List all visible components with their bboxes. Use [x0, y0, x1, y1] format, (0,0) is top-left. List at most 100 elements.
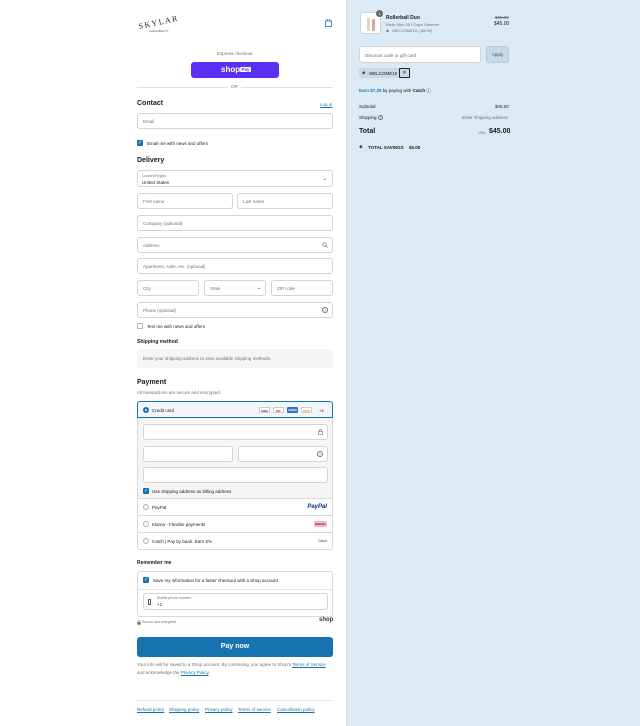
paypal-option[interactable]: PayPal PayPal [137, 499, 333, 516]
brand-logo[interactable]: SKYLAR CLEAN BEAUTY [137, 12, 180, 34]
order-summary-panel: 1 Rollerball Duo Nude Skin 05 / Capri Su… [346, 0, 640, 726]
mobile-phone-field[interactable]: Mobile phone number +1 [143, 593, 328, 610]
remember-heading: Remember me [137, 560, 172, 566]
address-field[interactable]: Address [137, 237, 333, 253]
apply-button[interactable]: Apply [486, 46, 509, 63]
mobile-phone-value: +1 [157, 602, 163, 607]
apartment-field[interactable]: Apartment, suite, etc. (optional) [137, 258, 333, 274]
remove-code-button[interactable]: ✕ [399, 68, 410, 78]
state-select[interactable]: State ⌄ [204, 280, 266, 296]
news-checkbox[interactable] [137, 140, 143, 146]
first-name-placeholder: First name [143, 199, 165, 204]
text-checkbox[interactable] [137, 323, 143, 329]
zip-field[interactable]: ZIP code [271, 280, 333, 296]
shipping-method-message: Enter your shipping address to view avai… [143, 356, 272, 361]
zip-placeholder: ZIP code [277, 286, 295, 291]
save-info-checkbox[interactable] [143, 577, 149, 583]
help-icon[interactable]: ? [317, 451, 323, 457]
klarna-radio[interactable] [143, 521, 149, 527]
credit-card-radio[interactable] [143, 407, 149, 413]
paypal-radio[interactable] [143, 504, 149, 510]
billing-checkbox[interactable] [143, 488, 149, 494]
shipping-policy-link[interactable]: Shipping policy [169, 707, 199, 712]
svg-text:CLEAN BEAUTY: CLEAN BEAUTY [149, 29, 169, 33]
delivery-heading: Delivery [137, 157, 165, 164]
product-name: Rollerball Duo [386, 15, 420, 21]
country-value: United States [142, 179, 170, 185]
cvv-field[interactable]: ? [238, 446, 328, 462]
currency-label: USD [478, 131, 486, 135]
city-placeholder: City [143, 286, 151, 291]
name-on-card-field[interactable] [143, 467, 328, 483]
klarna-logo: Klarna. [313, 521, 327, 527]
help-icon[interactable]: ? [322, 307, 328, 313]
terms-text: Your info will be saved to a Shop accoun… [137, 661, 337, 676]
company-field[interactable]: Company (optional) [137, 215, 333, 231]
terms-of-service-footer-link[interactable]: Terms of service [238, 707, 271, 712]
product-old-price: $50.00 [495, 15, 509, 20]
country-select[interactable]: Country/Region United States ⌄ [137, 170, 333, 187]
shipping-label: Shipping [359, 115, 377, 120]
klarna-label: Klarna - Flexible payments [152, 522, 206, 527]
credit-card-option[interactable]: Credit card VISA MC AMEX DISC +4 [137, 401, 333, 418]
shop-pay-badge: Pay [240, 66, 252, 72]
subtotal-value: $45.00 [495, 104, 509, 109]
svg-text:SKYLAR: SKYLAR [138, 14, 177, 31]
amex-icon: AMEX [287, 407, 298, 413]
klarna-option[interactable]: Klarna - Flexible payments Klarna. [137, 516, 333, 533]
shop-logo: shop [319, 617, 334, 623]
total-savings-value: $5.00 [409, 145, 421, 150]
privacy-policy-footer-link[interactable]: Privacy policy [205, 707, 233, 712]
payment-heading: Payment [137, 379, 167, 386]
quantity-badge: 1 [376, 10, 383, 17]
city-field[interactable]: City [137, 280, 199, 296]
remember-divider [138, 589, 332, 590]
card-number-field[interactable] [143, 424, 328, 440]
tag-icon: ◈ [362, 70, 366, 75]
pay-now-label: Pay now [220, 643, 250, 650]
apartment-placeholder: Apartment, suite, etc. (optional) [143, 264, 206, 269]
phone-placeholder: Phone (optional) [143, 308, 177, 313]
email-field[interactable]: Email [137, 113, 333, 129]
credit-card-label: Credit card [152, 408, 175, 413]
info-icon[interactable]: ⓘ [426, 88, 431, 93]
mobile-phone-icon [148, 599, 151, 605]
catch-brand: Catch [412, 88, 426, 93]
search-icon [322, 242, 328, 250]
chevron-down-icon: ⌄ [322, 176, 327, 182]
shipping-value: Enter shipping address [462, 115, 509, 120]
applied-code-tag: ◈ WELCOME10 ✕ [359, 68, 410, 78]
cancellation-policy-link[interactable]: Cancellation policy [277, 707, 315, 712]
product-discount: WELCOME10 (-$5.00) [392, 28, 433, 33]
contact-heading: Contact [137, 100, 164, 107]
express-checkout-label: Express checkout [217, 51, 253, 56]
pay-now-button[interactable]: Pay now [137, 637, 333, 657]
terms-of-service-link[interactable]: Terms of Service [292, 662, 326, 667]
address-placeholder: Address [143, 243, 160, 248]
phone-field[interactable]: Phone (optional) ? [137, 302, 333, 318]
last-name-placeholder: Last name [243, 199, 265, 204]
card-details-panel: ? Use shipping address as billing addres… [137, 418, 333, 499]
first-name-field[interactable]: First name [137, 193, 233, 209]
last-name-field[interactable]: Last name [237, 193, 333, 209]
help-icon[interactable]: ? [378, 115, 383, 120]
login-link[interactable]: Log in [320, 102, 332, 107]
visa-icon: VISA [259, 407, 270, 413]
catch-label: Catch | Pay by bank. Earn 5% [152, 539, 212, 544]
paypal-logo: PayPal [307, 504, 327, 510]
discover-icon: DISC [301, 407, 312, 413]
privacy-policy-link[interactable]: Privacy Policy [181, 670, 209, 675]
refund-policy-link[interactable]: Refund policy [137, 707, 164, 712]
catch-option[interactable]: Catch | Pay by bank. Earn 5% Catch [137, 533, 333, 550]
expiry-field[interactable] [143, 446, 233, 462]
discount-code-field[interactable]: Discount code or gift card [359, 46, 481, 63]
chevron-down-icon: ⌄ [256, 285, 261, 291]
bag-icon[interactable] [325, 18, 332, 27]
total-label: Total [359, 128, 376, 135]
apply-label: Apply [491, 52, 504, 57]
email-placeholder: Email [143, 119, 155, 124]
checkout-form-panel: SKYLAR CLEAN BEAUTY Express checkout sho… [0, 0, 346, 726]
catch-radio[interactable] [143, 538, 149, 544]
shop-pay-button[interactable]: shop Pay [191, 62, 279, 78]
mobile-phone-label: Mobile phone number [157, 596, 191, 600]
